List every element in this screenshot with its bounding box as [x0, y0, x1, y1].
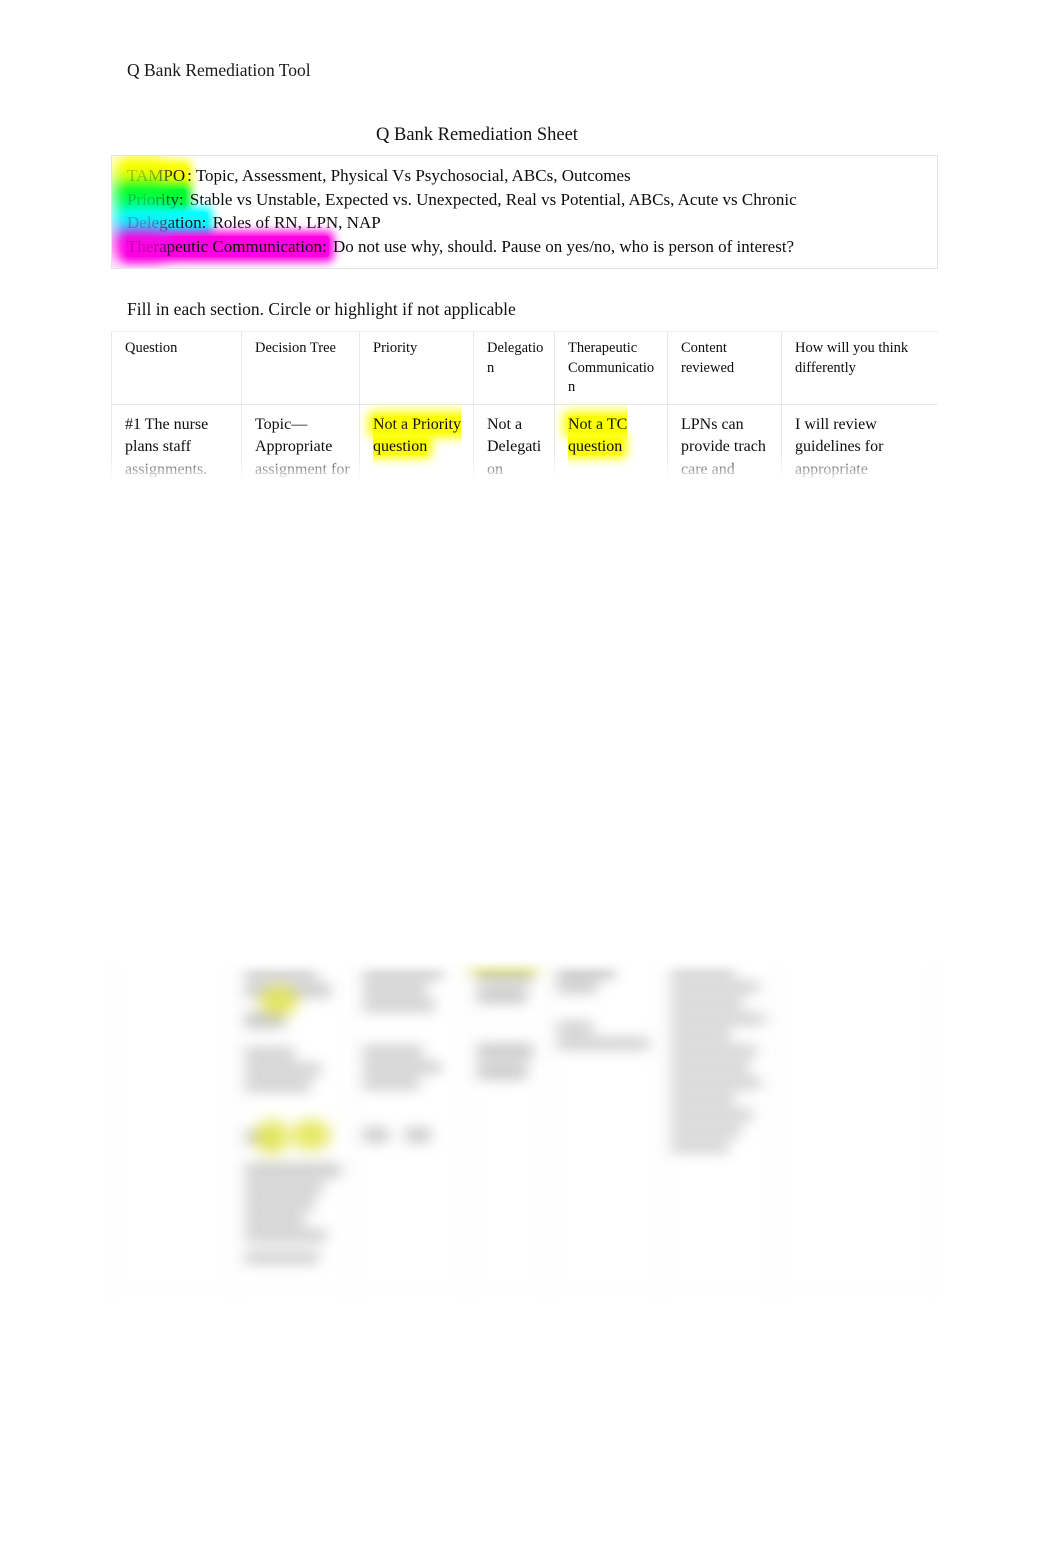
- legend-term-delegation: Delegation:: [126, 212, 209, 233]
- table-row: #1 The nurse plans staff assignments. Wh…: [111, 404, 938, 489]
- legend-term-priority: Priority:: [126, 188, 186, 210]
- table-header-row: Question Decision Tree Priority Delegati…: [111, 331, 938, 405]
- remediation-table: Question Decision Tree Priority Delegati…: [111, 331, 938, 488]
- cell-priority-highlight: Not a Priority question: [373, 415, 461, 455]
- cell-therapeutic-communication[interactable]: Not a TC question Who is the person of: [554, 404, 668, 489]
- document-header-label: Q Bank Remediation Tool: [127, 60, 311, 80]
- cell-priority[interactable]: Not a Priority question Assessment vs im…: [359, 404, 474, 489]
- legend-desc-priority: Stable vs Unstable, Expected vs. Unexpec…: [189, 189, 797, 209]
- cell-decision-tree[interactable]: Topic—Appropriate assignment for an LPN/…: [241, 404, 360, 488]
- cell-tc-note: Who is the person of: [568, 479, 638, 489]
- legend-line-delegation: Delegation: Roles of RN, LPN, NAP: [126, 211, 937, 235]
- legend-desc-tampo: Topic, Assessment, Physical Vs Psychosoc…: [195, 166, 631, 185]
- cell-priority-note: Assessment vs implementation: [373, 479, 449, 489]
- column-header-content-reviewed: Content reviewed: [667, 331, 782, 405]
- legend-line-priority: Priority: Stable vs Unstable, Expected v…: [126, 188, 937, 212]
- legend-desc-therapeutic-communication: Do not use why, should. Pause on yes/no,…: [332, 236, 795, 256]
- blurred-content: [105, 960, 943, 1305]
- column-header-therapeutic-communication: Therapeutic Communication: [554, 331, 668, 405]
- blurred-table-continuation: [105, 960, 943, 1305]
- cell-tc-spacer: [568, 459, 659, 478]
- sheet-title: Q Bank Remediation Sheet: [376, 125, 578, 145]
- fill-in-instruction: Fill in each section. Circle or highligh…: [127, 299, 516, 319]
- column-header-question: Question: [111, 331, 242, 405]
- legend-desc-delegation: Roles of RN, LPN, NAP: [212, 213, 381, 232]
- column-header-priority: Priority: [359, 331, 474, 405]
- legend-line-therapeutic-communication: Therapeutic Communication: Do not use wh…: [126, 235, 937, 259]
- tampo-legend-box: TAMPO: Topic, Assessment, Physical Vs Ps…: [111, 155, 938, 269]
- remediation-table-wrap: Question Decision Tree Priority Delegati…: [111, 331, 938, 488]
- cell-tc-highlight: Not a TC question: [568, 415, 628, 455]
- legend-term-tampo: TAMPO: [126, 165, 188, 186]
- legend-term-therapeutic-communication: Therapeutic Communication:: [126, 235, 329, 257]
- cell-question[interactable]: #1 The nurse plans staff assignments. Wh…: [111, 404, 242, 488]
- legend-line-tampo: TAMPO: Topic, Assessment, Physical Vs Ps…: [126, 164, 937, 188]
- cell-priority-spacer: [373, 459, 465, 478]
- legend-sep-tampo: :: [187, 166, 196, 185]
- column-header-delegation: Delegation: [473, 331, 555, 405]
- column-header-decision-tree: Decision Tree: [241, 331, 360, 405]
- cell-delegation[interactable]: Not a Delegation Question: [473, 404, 555, 488]
- cell-think-differently[interactable]: I will review guidelines for appropriate…: [781, 404, 938, 488]
- cell-content-reviewed[interactable]: LPNs can provide trach care and interven…: [667, 404, 782, 488]
- column-header-think-differently: How will you think differently: [781, 331, 938, 405]
- document-page: Q Bank Remediation Tool Q Bank Remediati…: [0, 0, 1062, 1561]
